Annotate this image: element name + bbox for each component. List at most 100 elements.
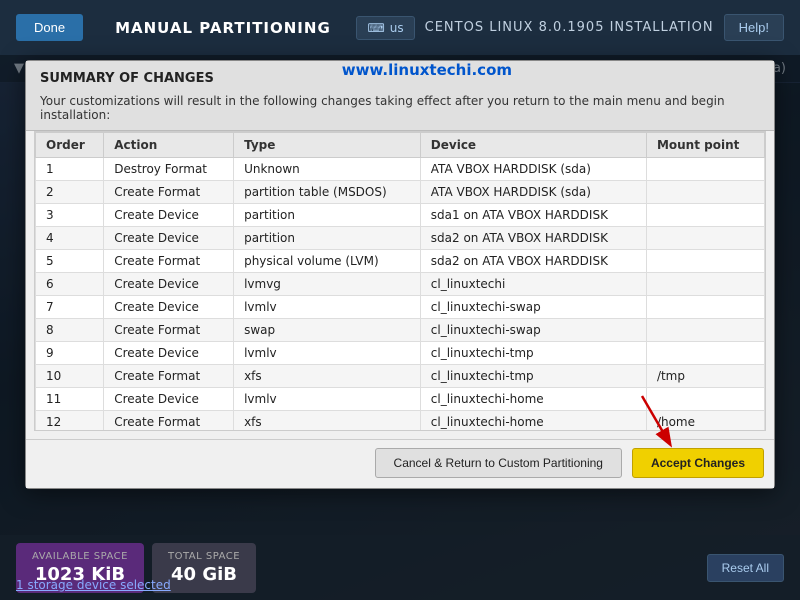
- cell-mount: [646, 204, 764, 227]
- col-device: Device: [420, 133, 646, 158]
- table-row: 5Create Formatphysical volume (LVM)sda2 …: [36, 250, 765, 273]
- cell-order: 8: [36, 319, 104, 342]
- modal-title: SUMMARY OF CHANGES: [40, 71, 214, 86]
- header-center: ⌨ us CENTOS LINUX 8.0.1905 INSTALLATION …: [356, 14, 784, 41]
- red-arrow-icon: [612, 391, 692, 451]
- cell-type: lvmlv: [234, 342, 421, 365]
- cell-action: Create Device: [104, 227, 234, 250]
- cell-device: cl_linuxtechi-tmp: [420, 365, 646, 388]
- cell-order: 3: [36, 204, 104, 227]
- help-button[interactable]: Help!: [724, 14, 784, 41]
- cell-order: 9: [36, 342, 104, 365]
- keyboard-icon[interactable]: ⌨ us: [356, 16, 414, 40]
- reset-all-button[interactable]: Reset All: [707, 554, 784, 582]
- table-header: Order Action Type Device Mount point: [36, 133, 765, 158]
- cell-type: lvmvg: [234, 273, 421, 296]
- cell-mount: [646, 342, 764, 365]
- cell-action: Create Format: [104, 319, 234, 342]
- cell-type: physical volume (LVM): [234, 250, 421, 273]
- cell-action: Create Format: [104, 250, 234, 273]
- cell-mount: /tmp: [646, 365, 764, 388]
- cell-mount: [646, 296, 764, 319]
- table-row: 10Create Formatxfscl_linuxtechi-tmp/tmp: [36, 365, 765, 388]
- cell-device: cl_linuxtechi-tmp: [420, 342, 646, 365]
- modal-description: Your customizations will result in the f…: [40, 94, 760, 122]
- cell-order: 1: [36, 158, 104, 181]
- col-order: Order: [36, 133, 104, 158]
- cell-mount: [646, 273, 764, 296]
- table-row: 1Destroy FormatUnknownATA VBOX HARDDISK …: [36, 158, 765, 181]
- cell-type: partition: [234, 204, 421, 227]
- cell-order: 2: [36, 181, 104, 204]
- cell-order: 7: [36, 296, 104, 319]
- keyboard-lang: us: [390, 21, 404, 35]
- cell-mount: [646, 227, 764, 250]
- cell-device: sda1 on ATA VBOX HARDDISK: [420, 204, 646, 227]
- cancel-button[interactable]: Cancel & Return to Custom Partitioning: [375, 448, 622, 478]
- cell-mount: [646, 250, 764, 273]
- cell-action: Create Device: [104, 388, 234, 411]
- cell-type: swap: [234, 319, 421, 342]
- changes-table: Order Action Type Device Mount point 1De…: [35, 132, 765, 431]
- cell-mount: [646, 181, 764, 204]
- cell-action: Create Device: [104, 204, 234, 227]
- cell-action: Create Device: [104, 342, 234, 365]
- modal-title-row: SUMMARY OF CHANGES www.linuxtechi.com: [40, 71, 760, 86]
- cell-type: lvmlv: [234, 296, 421, 319]
- install-title: CENTOS LINUX 8.0.1905 INSTALLATION: [425, 20, 714, 35]
- app-title: MANUAL PARTITIONING: [115, 19, 331, 37]
- cell-mount: [646, 158, 764, 181]
- col-type: Type: [234, 133, 421, 158]
- table-row: 3Create Devicepartitionsda1 on ATA VBOX …: [36, 204, 765, 227]
- cell-action: Create Format: [104, 365, 234, 388]
- cell-device: ATA VBOX HARDDISK (sda): [420, 181, 646, 204]
- cell-order: 5: [36, 250, 104, 273]
- cell-order: 4: [36, 227, 104, 250]
- cell-type: Unknown: [234, 158, 421, 181]
- cell-action: Create Device: [104, 273, 234, 296]
- total-space-label: TOTAL SPACE: [168, 551, 240, 562]
- cell-device: cl_linuxtechi: [420, 273, 646, 296]
- table-row: 6Create Devicelvmvgcl_linuxtechi: [36, 273, 765, 296]
- main-area: ▼ New CentOS Linux 8.0.1905 Installation…: [0, 55, 800, 600]
- status-bar: AVAILABLE SPACE 1023 KiB TOTAL SPACE 40 …: [0, 535, 800, 600]
- table-row: 7Create Devicelvmlvcl_linuxtechi-swap: [36, 296, 765, 319]
- keyboard-symbol: ⌨: [367, 21, 384, 35]
- cell-type: partition: [234, 227, 421, 250]
- col-action: Action: [104, 133, 234, 158]
- table-row: 4Create Devicepartitionsda2 on ATA VBOX …: [36, 227, 765, 250]
- top-header: Done MANUAL PARTITIONING ⌨ us CENTOS LIN…: [0, 0, 800, 55]
- table-row: 2Create Formatpartition table (MSDOS)ATA…: [36, 181, 765, 204]
- table-row: 8Create Formatswapcl_linuxtechi-swap: [36, 319, 765, 342]
- modal-brand: www.linuxtechi.com: [342, 61, 512, 79]
- changes-table-container: Order Action Type Device Mount point 1De…: [34, 131, 766, 431]
- modal-header: SUMMARY OF CHANGES www.linuxtechi.com Yo…: [26, 61, 774, 131]
- accept-changes-button[interactable]: Accept Changes: [632, 448, 764, 478]
- col-mount: Mount point: [646, 133, 764, 158]
- table-body: 1Destroy FormatUnknownATA VBOX HARDDISK …: [36, 158, 765, 432]
- cell-device: cl_linuxtechi-swap: [420, 319, 646, 342]
- cell-order: 6: [36, 273, 104, 296]
- cell-action: Create Format: [104, 411, 234, 432]
- modal-overlay: SUMMARY OF CHANGES www.linuxtechi.com Yo…: [0, 55, 800, 600]
- total-space-value: 40 GiB: [168, 564, 240, 585]
- cell-type: xfs: [234, 365, 421, 388]
- table-row: 9Create Devicelvmlvcl_linuxtechi-tmp: [36, 342, 765, 365]
- available-space-label: AVAILABLE SPACE: [32, 551, 128, 562]
- cell-action: Create Format: [104, 181, 234, 204]
- cell-order: 10: [36, 365, 104, 388]
- cell-action: Create Device: [104, 296, 234, 319]
- cell-device: sda2 on ATA VBOX HARDDISK: [420, 227, 646, 250]
- summary-modal: SUMMARY OF CHANGES www.linuxtechi.com Yo…: [25, 60, 775, 489]
- cell-mount: [646, 319, 764, 342]
- cell-order: 12: [36, 411, 104, 432]
- done-button[interactable]: Done: [16, 14, 83, 41]
- cell-device: sda2 on ATA VBOX HARDDISK: [420, 250, 646, 273]
- cell-order: 11: [36, 388, 104, 411]
- cell-type: xfs: [234, 411, 421, 432]
- cell-action: Destroy Format: [104, 158, 234, 181]
- cell-device: ATA VBOX HARDDISK (sda): [420, 158, 646, 181]
- cell-type: partition table (MSDOS): [234, 181, 421, 204]
- storage-device-link[interactable]: 1 storage device selected: [16, 578, 171, 592]
- cell-device: cl_linuxtechi-swap: [420, 296, 646, 319]
